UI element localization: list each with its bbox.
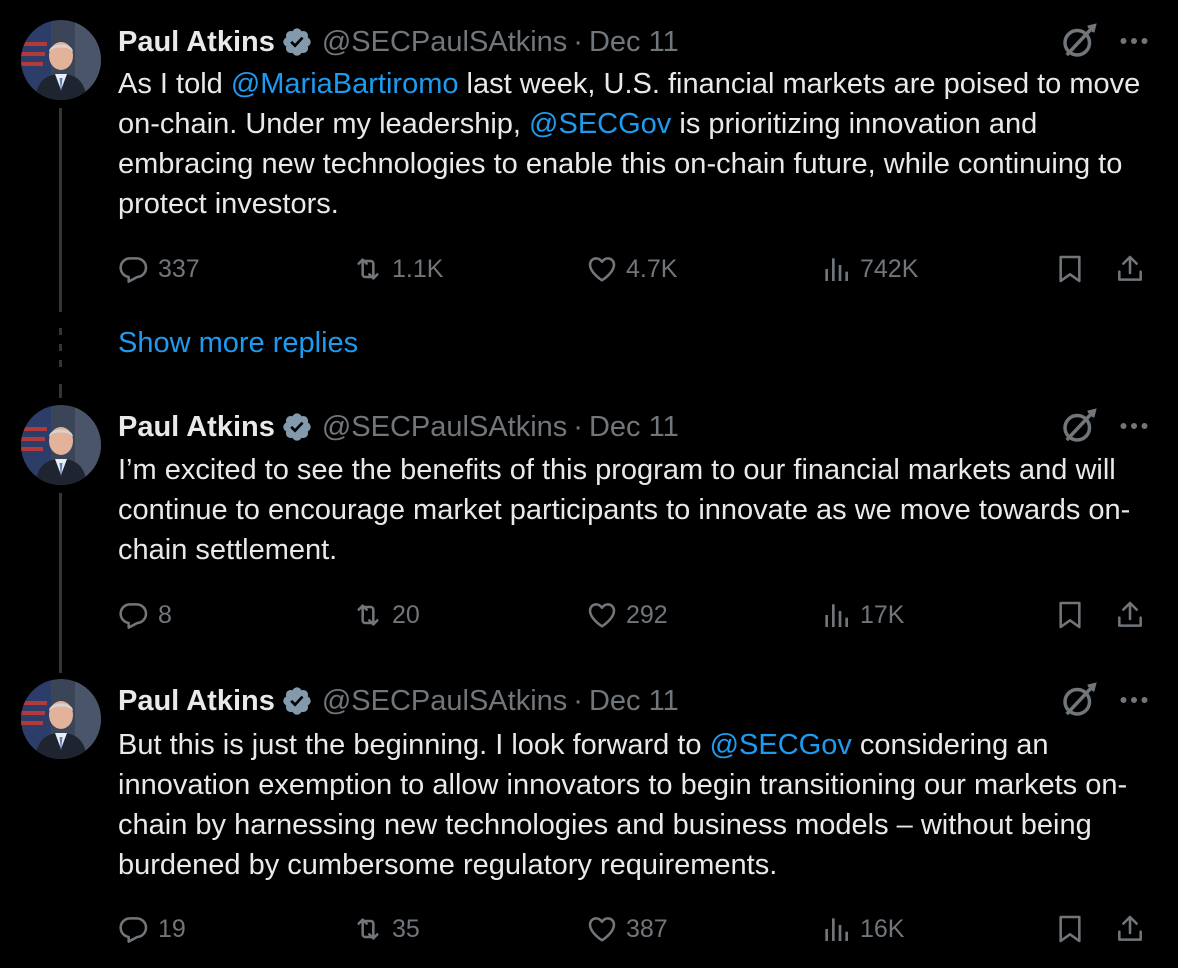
tweet-text: But this is just the beginning. I look f… — [118, 725, 1158, 885]
repost-icon — [352, 913, 384, 945]
views-icon — [820, 599, 852, 631]
like-count: 292 — [626, 600, 668, 629]
tweet-text: I’m excited to see the benefits of this … — [118, 450, 1158, 570]
share-button[interactable] — [1114, 909, 1154, 949]
like-count: 4.7K — [626, 254, 678, 283]
tweet-text-part: As I told — [118, 68, 231, 100]
repost-button[interactable]: 35 — [352, 909, 420, 949]
reply-count: 19 — [158, 914, 186, 943]
repost-icon — [352, 599, 384, 631]
share-button[interactable] — [1114, 249, 1154, 289]
bookmark-icon — [1054, 253, 1086, 285]
views-button[interactable]: 16K — [820, 909, 904, 949]
share-button[interactable] — [1114, 595, 1154, 635]
like-icon — [586, 253, 618, 285]
like-button[interactable]: 292 — [586, 595, 668, 635]
avatar[interactable] — [21, 20, 101, 100]
reply-button[interactable]: 337 — [118, 249, 200, 289]
reply-count: 8 — [158, 600, 172, 629]
more-options-icon[interactable] — [1116, 682, 1152, 718]
verified-badge-icon — [281, 685, 313, 717]
repost-icon — [352, 253, 384, 285]
author-name[interactable]: Paul Atkins — [118, 411, 275, 444]
thread-page: { "tweets": [ { "name": "Paul Atkins", "… — [0, 0, 1178, 968]
tweet-text-part: I’m excited to see the benefits of this … — [118, 454, 1131, 566]
share-icon — [1114, 913, 1146, 945]
author-handle[interactable]: @SECPaulSAtkins — [322, 26, 567, 59]
like-icon — [586, 599, 618, 631]
bookmark-button[interactable] — [1054, 595, 1094, 635]
verified-badge-icon — [281, 411, 313, 443]
view-count: 17K — [860, 600, 905, 629]
share-icon — [1114, 599, 1146, 631]
separator: · — [573, 684, 583, 717]
mention-link[interactable]: @SECGov — [529, 108, 671, 140]
repost-count: 1.1K — [392, 254, 444, 283]
like-icon — [586, 913, 618, 945]
bookmark-button[interactable] — [1054, 249, 1094, 289]
like-count: 387 — [626, 914, 668, 943]
repost-button[interactable]: 1.1K — [352, 249, 443, 289]
share-icon — [1114, 253, 1146, 285]
author-name[interactable]: Paul Atkins — [118, 26, 275, 59]
bookmark-icon — [1054, 913, 1086, 945]
reply-count: 337 — [158, 254, 200, 283]
tweet-header: Paul Atkins @SECPaulSAtkins · Dec 11 — [118, 22, 679, 62]
bookmark-button[interactable] — [1054, 909, 1094, 949]
view-count: 16K — [860, 914, 905, 943]
mention-link[interactable]: @SECGov — [710, 729, 852, 761]
reply-icon — [118, 599, 150, 631]
tweet-date[interactable]: Dec 11 — [589, 26, 679, 59]
views-icon — [820, 913, 852, 945]
thread-dots — [59, 328, 62, 398]
tweet-text: As I told @MariaBartiromo last week, U.S… — [118, 64, 1158, 224]
thread-line — [59, 108, 62, 312]
views-button[interactable]: 742K — [820, 249, 918, 289]
separator: · — [573, 25, 583, 58]
author-handle[interactable]: @SECPaulSAtkins — [322, 411, 567, 444]
like-button[interactable]: 4.7K — [586, 249, 677, 289]
view-count: 742K — [860, 254, 919, 283]
show-more-replies-link[interactable]: Show more replies — [118, 327, 358, 360]
tweet-header: Paul Atkins @SECPaulSAtkins · Dec 11 — [118, 407, 679, 447]
tweet-date[interactable]: Dec 11 — [589, 685, 679, 718]
like-button[interactable]: 387 — [586, 909, 668, 949]
author-handle[interactable]: @SECPaulSAtkins — [322, 685, 567, 718]
repost-count: 35 — [392, 914, 420, 943]
more-options-icon[interactable] — [1116, 408, 1152, 444]
views-icon — [820, 253, 852, 285]
verified-badge-icon — [281, 26, 313, 58]
more-options-icon[interactable] — [1116, 23, 1152, 59]
views-button[interactable]: 17K — [820, 595, 904, 635]
action-bar: 337 1.1K 4.7K 742K — [118, 249, 1158, 289]
grok-icon[interactable] — [1058, 679, 1100, 721]
author-name[interactable]: Paul Atkins — [118, 685, 275, 718]
action-bar: 19 35 387 16K — [118, 909, 1158, 949]
tweet-date[interactable]: Dec 11 — [589, 411, 679, 444]
avatar[interactable] — [21, 679, 101, 759]
avatar[interactable] — [21, 405, 101, 485]
reply-icon — [118, 253, 150, 285]
tweet-header: Paul Atkins @SECPaulSAtkins · Dec 11 — [118, 681, 679, 721]
separator: · — [573, 410, 583, 443]
grok-icon[interactable] — [1058, 405, 1100, 447]
tweet-text-part: But this is just the beginning. I look f… — [118, 729, 710, 761]
reply-icon — [118, 913, 150, 945]
thread-line — [59, 493, 62, 673]
grok-icon[interactable] — [1058, 20, 1100, 62]
bookmark-icon — [1054, 599, 1086, 631]
reply-button[interactable]: 19 — [118, 909, 186, 949]
repost-count: 20 — [392, 600, 420, 629]
repost-button[interactable]: 20 — [352, 595, 420, 635]
mention-link[interactable]: @MariaBartiromo — [231, 68, 459, 100]
reply-button[interactable]: 8 — [118, 595, 172, 635]
action-bar: 8 20 292 17K — [118, 595, 1158, 635]
